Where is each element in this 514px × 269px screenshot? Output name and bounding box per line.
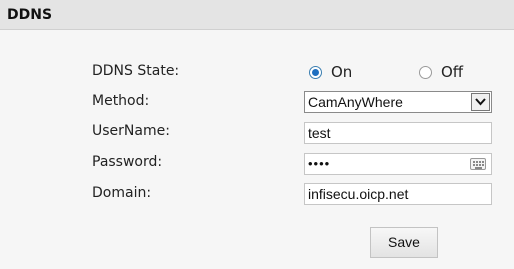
chevron-down-icon[interactable] xyxy=(471,93,490,111)
username-value: test xyxy=(308,125,331,141)
state-on-label[interactable]: On xyxy=(331,63,352,81)
domain-value: infisecu.oicp.net xyxy=(308,186,409,202)
method-label: Method: xyxy=(92,93,150,109)
state-off-radio[interactable] xyxy=(419,66,432,79)
username-label: UserName: xyxy=(92,123,170,139)
username-input[interactable]: test xyxy=(304,122,492,144)
password-label: Password: xyxy=(92,154,163,170)
domain-input[interactable]: infisecu.oicp.net xyxy=(304,183,492,205)
section-header: DDNS xyxy=(0,0,514,30)
password-input[interactable]: •••• xyxy=(304,153,492,175)
method-selected-value: CamAnyWhere xyxy=(308,94,403,110)
method-select[interactable]: CamAnyWhere xyxy=(304,91,492,113)
state-on-radio[interactable] xyxy=(309,66,322,79)
save-button[interactable]: Save xyxy=(370,227,438,258)
password-value: •••• xyxy=(308,156,331,171)
state-off-label[interactable]: Off xyxy=(441,63,463,81)
ddns-state-label: DDNS State: xyxy=(92,63,180,79)
domain-label: Domain: xyxy=(92,185,152,201)
ddns-panel: DDNS DDNS State: On Off Method: CamAnyWh… xyxy=(0,0,514,269)
section-title: DDNS xyxy=(7,7,53,23)
keyboard-icon[interactable] xyxy=(470,158,486,170)
